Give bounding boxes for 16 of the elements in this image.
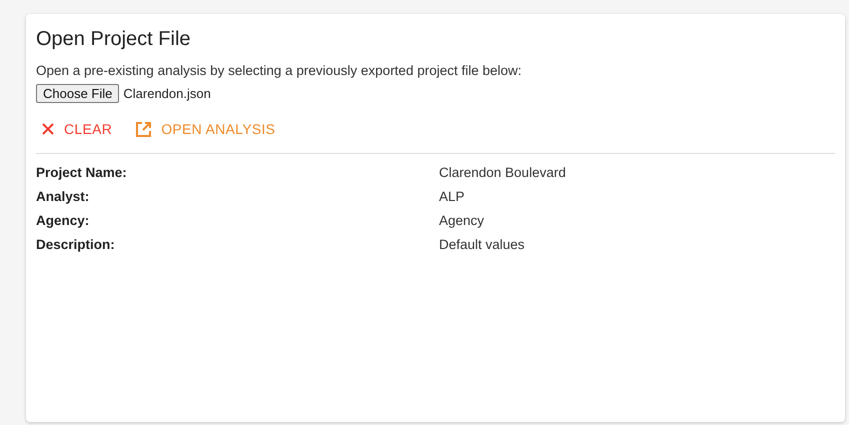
close-icon bbox=[42, 123, 54, 135]
field-value: Agency bbox=[439, 213, 486, 228]
choose-file-button[interactable]: Choose File bbox=[36, 84, 120, 103]
field-label: Project Name: bbox=[36, 165, 128, 180]
field-label: Description: bbox=[36, 237, 116, 252]
clear-button[interactable]: CLEAR bbox=[36, 117, 118, 141]
description-text: Open a pre-existing analysis by selecting a previously exported project file below: bbox=[36, 63, 523, 78]
open-analysis-button[interactable]: OPEN ANALYSIS bbox=[130, 117, 282, 141]
field-label: Agency: bbox=[36, 213, 90, 228]
card-title: Open Project File bbox=[36, 28, 192, 51]
field-value: Default values bbox=[439, 237, 526, 252]
field-value: Clarendon Boulevard bbox=[439, 165, 567, 180]
field-value: ALP bbox=[439, 189, 466, 204]
field-label: Analyst: bbox=[36, 189, 90, 204]
external-link-icon bbox=[136, 122, 152, 136]
file-name: Clarendon.json bbox=[123, 86, 211, 101]
